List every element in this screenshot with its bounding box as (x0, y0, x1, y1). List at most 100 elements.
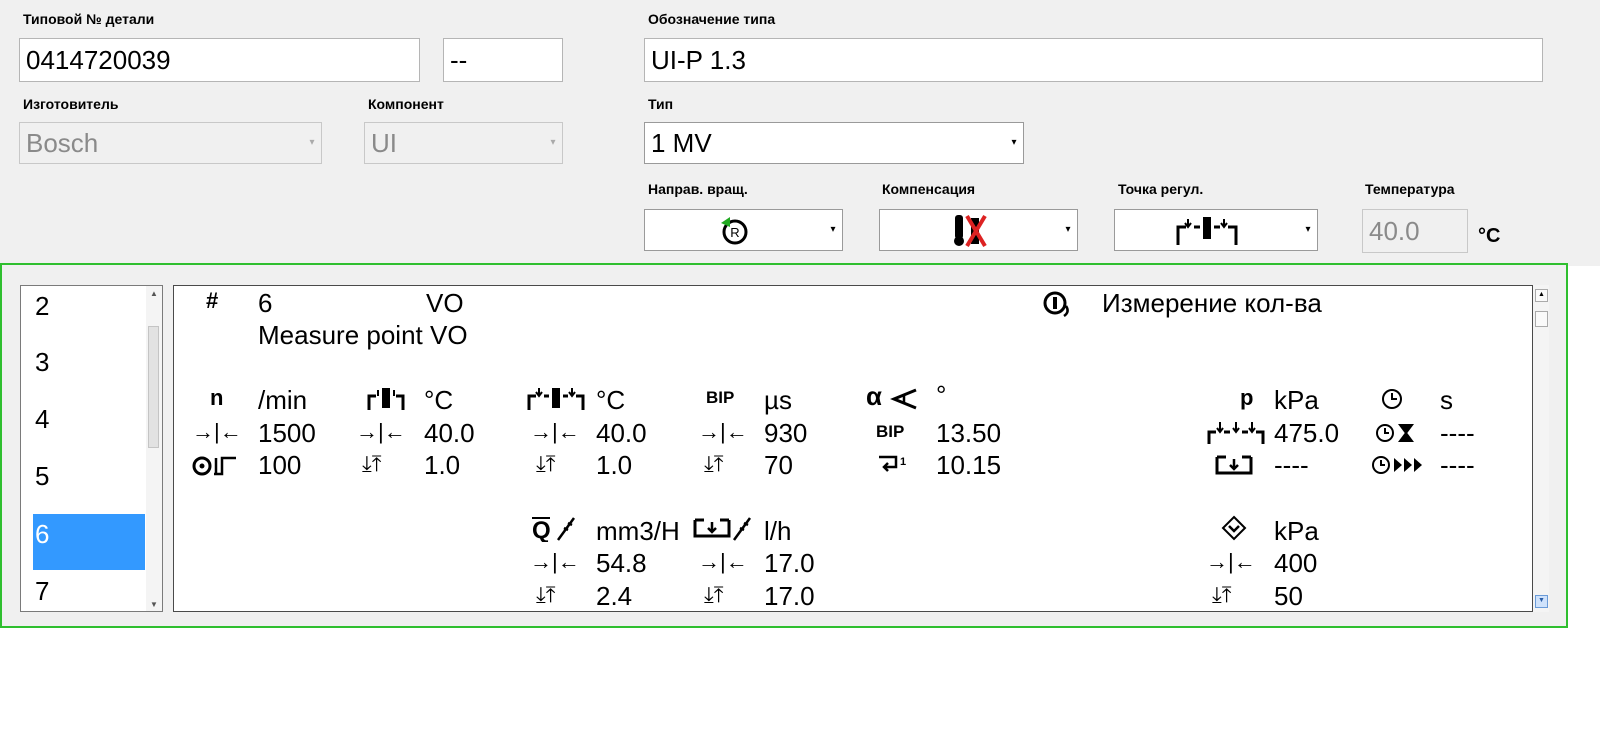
control-point-label: Точка регул. (1118, 181, 1204, 197)
bip-tolerance: 70 (764, 450, 793, 480)
list-item-selected[interactable]: 6 (33, 514, 145, 570)
quantity-tolerance: 2.4 (596, 581, 633, 611)
speed-unit: /min (258, 385, 308, 415)
component-select[interactable]: UI ▾ (364, 122, 563, 164)
angle-symbol: α (866, 381, 882, 411)
control-point-select[interactable]: ▾ (1114, 209, 1318, 251)
angle-bip-value: 13.50 (936, 418, 1002, 448)
temp1-setpoint: 40.0 (424, 418, 475, 448)
list-item[interactable]: 5 (33, 456, 145, 512)
type-label: Тип (648, 96, 674, 112)
step-code: VO (426, 288, 464, 318)
chevron-down-icon: ▾ (830, 224, 836, 235)
rotation-label: Направ. вращ. (648, 181, 748, 197)
quantity-icon: Q (530, 512, 586, 544)
bip-label: BIP (706, 388, 735, 407)
angle-value2: 10.15 (936, 450, 1002, 480)
rotation-right-icon: R (645, 210, 824, 250)
setpoint-icon: →|← (356, 419, 406, 444)
manufacturer-select[interactable]: Bosch ▾ (19, 122, 322, 164)
part-number-label: Типовой № детали (23, 11, 155, 27)
pressure-unit: kPa (1274, 385, 1319, 415)
list-item[interactable]: 7 (33, 571, 145, 611)
speed-symbol: n (210, 385, 224, 410)
pressure-point-icon (1206, 417, 1266, 447)
quantity-setpoint: 54.8 (596, 548, 647, 578)
compensation-label: Компенсация (882, 181, 976, 197)
angle-output-icon: 1 (876, 449, 910, 479)
manufacturer-value: Bosch (26, 128, 99, 158)
angle-unit: ° (936, 380, 947, 410)
setpoint-icon: →|← (698, 419, 748, 444)
control-point-icon (1115, 210, 1299, 250)
angle-bip-label: BIP (876, 422, 905, 441)
time-unit: s (1440, 385, 1453, 415)
measure-mode-icon (1042, 288, 1074, 318)
scroll-up-icon[interactable]: ▲ (1535, 289, 1548, 302)
header-panel: Типовой № детали 0414720039 -- Обозначен… (0, 0, 1600, 266)
list-item[interactable]: 3 (33, 342, 145, 398)
compensation-select[interactable]: ▾ (879, 209, 1078, 251)
temperature-compensation-off-icon (880, 210, 1059, 250)
pressure-valve-icon (1220, 512, 1248, 542)
temp2-unit: °C (596, 385, 626, 415)
part-number-input[interactable]: 0414720039 (19, 38, 420, 82)
speed-tolerance-icon (192, 449, 238, 479)
angle-icon (890, 383, 918, 413)
scroll-thumb[interactable] (1535, 311, 1548, 327)
step-number: 6 (258, 288, 273, 318)
part-suffix-input[interactable]: -- (443, 38, 563, 82)
pressure2-tolerance: 50 (1274, 581, 1303, 611)
setpoint-icon: →|← (192, 419, 242, 444)
svg-text:Q: Q (532, 517, 551, 542)
quantity-unit: mm3/H (596, 516, 680, 546)
pressure-value2: ---- (1274, 450, 1309, 480)
temp1-tolerance: 1.0 (424, 450, 461, 480)
step-list-scrollbar[interactable]: ▲ ▼ (146, 286, 162, 611)
list-item[interactable]: 2 (33, 286, 145, 342)
chevron-down-icon: ▾ (550, 137, 556, 148)
temperature-unit: °C (1478, 225, 1501, 247)
flow-tolerance: 17.0 (764, 581, 815, 611)
tolerance-icon: ⤓⤒ (362, 451, 382, 476)
speed-setpoint: 1500 (258, 418, 316, 448)
temp2-setpoint: 40.0 (596, 418, 647, 448)
flow-unit: l/h (764, 516, 792, 546)
pressure2-unit: kPa (1274, 516, 1319, 546)
detail-scrollbar[interactable]: ▲ ▼ (1533, 285, 1549, 612)
setpoint-icon: →|← (530, 549, 580, 574)
type-select[interactable]: 1 MV ▾ (644, 122, 1024, 164)
clock-timer-icon (1374, 417, 1418, 447)
bip-setpoint: 930 (764, 418, 808, 448)
setpoint-icon: →|← (530, 419, 580, 444)
rotation-select[interactable]: R ▾ (644, 209, 843, 251)
time-value2: ---- (1440, 450, 1475, 480)
step-name: Measure point VO (258, 320, 468, 350)
pressure-symbol: p (1240, 385, 1254, 410)
tolerance-icon: ⤓⤒ (704, 451, 724, 476)
list-item[interactable]: 4 (33, 399, 145, 455)
step-list[interactable]: 2 3 4 5 6 7 ▲ ▼ (20, 285, 163, 612)
svg-text:1: 1 (900, 456, 906, 468)
scroll-up-icon[interactable]: ▲ (146, 286, 162, 300)
clock-forward-icon (1370, 449, 1432, 479)
type-designation-label: Обозначение типа (648, 11, 776, 27)
measure-mode-label: Измерение кол-ва (1102, 288, 1322, 318)
type-designation-input[interactable]: UI-P 1.3 (644, 38, 1543, 82)
tolerance-icon: ⤓⤒ (1212, 582, 1232, 607)
scroll-thumb[interactable] (148, 326, 159, 448)
svg-text:R: R (730, 225, 739, 240)
temp2-tolerance: 1.0 (596, 450, 633, 480)
temp1-unit: °C (424, 385, 454, 415)
oil-temperature-icon (366, 383, 406, 413)
scroll-down-icon[interactable]: ▼ (146, 597, 162, 611)
clock-icon (1380, 383, 1404, 413)
flow-setpoint: 17.0 (764, 548, 815, 578)
scroll-down-icon[interactable]: ▼ (1535, 595, 1548, 608)
speed-tolerance: 100 (258, 450, 302, 480)
temperature-input[interactable]: 40.0 (1362, 209, 1468, 253)
chevron-down-icon: ▾ (1065, 224, 1071, 235)
component-value: UI (371, 128, 397, 158)
setpoint-icon: →|← (1206, 549, 1256, 574)
pressure-value1: 475.0 (1274, 418, 1340, 448)
